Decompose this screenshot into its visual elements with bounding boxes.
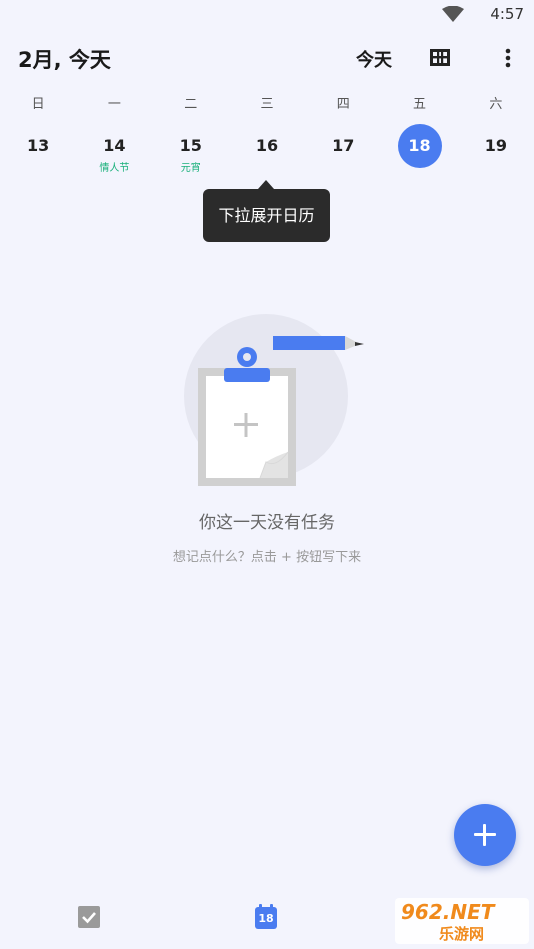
empty-state-hint: 想记点什么？点击 + 按钮写下来 — [172, 550, 362, 565]
date-number: 18 — [397, 124, 442, 168]
date-cell[interactable]: 16 — [229, 124, 305, 174]
date-cell[interactable]: 17 — [305, 124, 381, 174]
week-dates-row: 13 14 情人节 15 元宵 16 17 18 19 — [0, 124, 534, 174]
weekday-label: 日 — [31, 97, 45, 112]
calendar-day-number: 18 — [258, 912, 274, 925]
date-cell[interactable]: 14 情人节 — [76, 124, 152, 174]
festival-label: 元宵 — [180, 163, 201, 174]
date-number: 19 — [484, 136, 507, 155]
watermark-text-top: 962.NET — [401, 900, 495, 924]
date-cell[interactable]: 15 元宵 — [153, 124, 229, 174]
status-bar: 4:57 — [0, 0, 534, 30]
weekday-label: 三 — [260, 97, 274, 112]
date-cell[interactable]: 19 — [458, 124, 534, 174]
checkbox-icon[interactable] — [77, 905, 101, 929]
clipboard-pencil-illustration — [184, 314, 364, 486]
weekday-header-row: 日 一 二 三 四 五 六 — [0, 96, 534, 114]
pull-down-tooltip: 下拉展开日历 — [203, 189, 330, 242]
date-number: 13 — [27, 136, 50, 155]
empty-state-title: 你这一天没有任务 — [199, 513, 335, 533]
tooltip-arrow — [258, 180, 274, 189]
date-cell[interactable]: 13 — [0, 124, 76, 174]
date-cell-selected[interactable]: 18 — [381, 124, 457, 174]
today-button[interactable]: 今天 — [356, 46, 392, 72]
date-number: 16 — [255, 136, 279, 155]
add-task-button[interactable] — [454, 804, 516, 866]
weekday-label: 五 — [413, 97, 427, 112]
festival-label: 情人节 — [99, 163, 130, 174]
page-title: 2月, 今天 — [18, 48, 111, 72]
watermark-text-bottom: 乐游网 — [439, 925, 485, 943]
weekday-label: 六 — [489, 97, 503, 112]
weekday-label: 二 — [184, 97, 198, 112]
weekday-label: 一 — [107, 97, 121, 112]
date-number: 17 — [332, 136, 355, 155]
watermark-logo: 962.NET 乐游网 — [395, 898, 529, 944]
weekday-label: 四 — [336, 97, 350, 112]
wifi-icon — [442, 6, 464, 22]
more-vert-icon[interactable] — [496, 46, 520, 70]
calendar-view-icon[interactable] — [428, 46, 452, 70]
calendar-icon[interactable]: 18 — [254, 904, 278, 930]
status-time: 4:57 — [490, 5, 524, 23]
